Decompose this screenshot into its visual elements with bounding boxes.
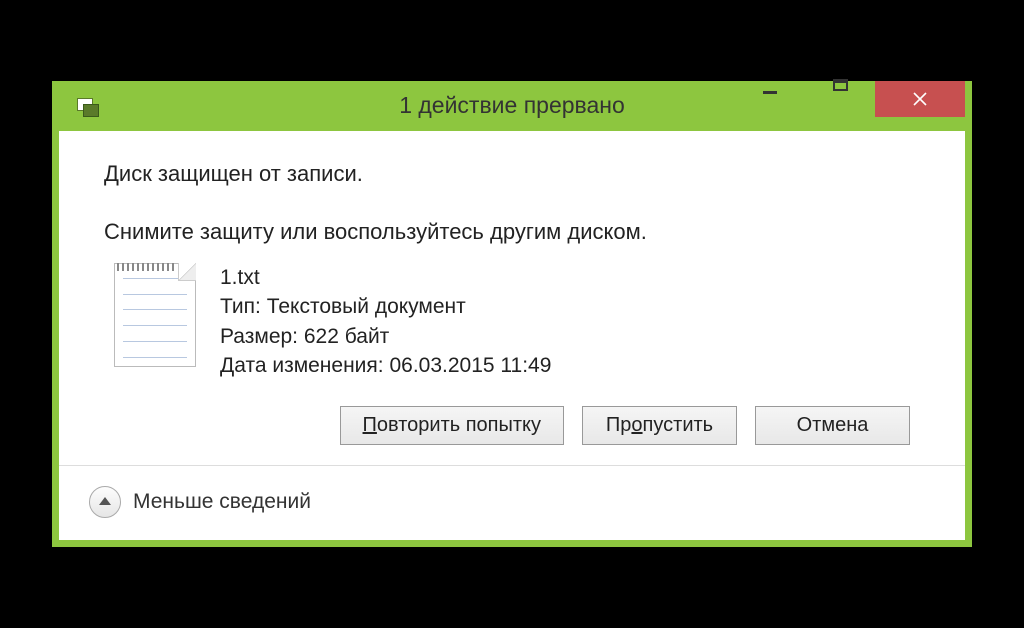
dialog-content: Диск защищен от записи. Снимите защиту и… [59, 131, 965, 466]
file-size-value: 622 байт [304, 325, 389, 348]
maximize-icon [833, 79, 848, 91]
cancel-button[interactable]: Отмена [755, 406, 910, 445]
retry-button-rest: овторить попытку [377, 414, 541, 436]
dialog-footer: Меньше сведений [59, 465, 965, 540]
file-modified-row: Дата изменения: 06.03.2015 11:49 [220, 351, 551, 380]
text-file-icon [114, 263, 196, 367]
close-icon [912, 91, 928, 107]
app-icon [77, 96, 101, 116]
file-block: 1.txt Тип: Текстовый документ Размер: 62… [114, 263, 920, 381]
titlebar: 1 действие прервано [59, 81, 965, 131]
file-details: 1.txt Тип: Текстовый документ Размер: 62… [220, 263, 551, 381]
file-type-row: Тип: Текстовый документ [220, 292, 551, 321]
window-controls [735, 81, 965, 131]
less-details-link[interactable]: Меньше сведений [133, 490, 311, 514]
file-name: 1.txt [220, 263, 551, 292]
file-size-label: Размер: [220, 325, 304, 348]
close-button[interactable] [875, 81, 965, 117]
error-heading: Диск защищен от записи. [104, 161, 920, 187]
instruction-text: Снимите защиту или воспользуйтесь другим… [104, 219, 920, 245]
maximize-button[interactable] [805, 67, 875, 103]
retry-button[interactable]: Повторить попытку [340, 406, 564, 445]
minimize-icon [763, 91, 777, 94]
file-modified-value: 06.03.2015 11:49 [389, 354, 551, 377]
chevron-up-icon [99, 497, 111, 505]
file-size-row: Размер: 622 байт [220, 322, 551, 351]
skip-button[interactable]: Пропустить [582, 406, 737, 445]
file-modified-label: Дата изменения: [220, 354, 389, 377]
file-type-label: Тип: [220, 295, 267, 318]
file-type-value: Текстовый документ [267, 295, 466, 318]
minimize-button[interactable] [735, 67, 805, 103]
collapse-details-button[interactable] [89, 486, 121, 518]
button-row: Повторить попытку Пропустить Отмена [104, 406, 910, 445]
dialog-window: 1 действие прервано Диск защищен от запи… [52, 81, 972, 548]
